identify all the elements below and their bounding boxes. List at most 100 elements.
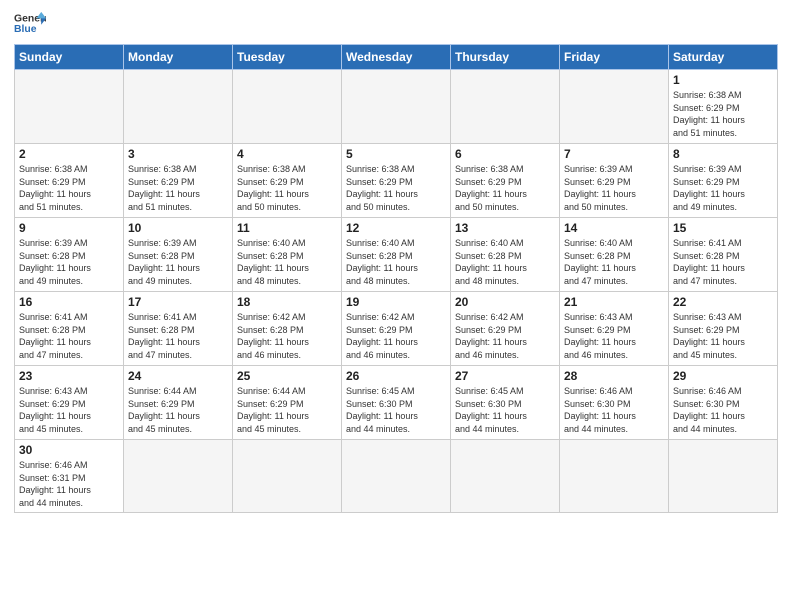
calendar-cell: 19Sunrise: 6:42 AM Sunset: 6:29 PM Dayli…	[342, 292, 451, 366]
calendar-cell: 6 Sunrise: 6:38 AM Sunset: 6:29 PM Daylig…	[451, 144, 560, 218]
day-number: 12	[346, 221, 446, 235]
calendar-week-row: 16 Sunrise: 6:41 AM Sunset: 6:28 PM Dayli…	[15, 292, 778, 366]
day-info: Sunrise: 6:46 AM Sunset: 6:30 PM Dayligh…	[564, 385, 664, 435]
day-info: Sunrise: 6:39 AM Sunset: 6:28 PM Dayligh…	[128, 237, 228, 287]
calendar-cell: 14 Sunrise: 6:40 AM Sunset: 6:28 PM Dayli…	[560, 218, 669, 292]
day-info: Sunrise: 6:46 AM Sunset: 6:31 PM Dayligh…	[19, 459, 119, 509]
calendar-cell: 13Sunrise: 6:40 AM Sunset: 6:28 PM Dayli…	[451, 218, 560, 292]
calendar-cell	[669, 440, 778, 513]
calendar-header-thursday: Thursday	[451, 45, 560, 70]
calendar-cell	[451, 70, 560, 144]
calendar-cell: 21 Sunrise: 6:43 AM Sunset: 6:29 PM Dayli…	[560, 292, 669, 366]
calendar-cell: 15 Sunrise: 6:41 AM Sunset: 6:28 PM Dayli…	[669, 218, 778, 292]
calendar-cell: 29 Sunrise: 6:46 AM Sunset: 6:30 PM Dayli…	[669, 366, 778, 440]
day-number: 27	[455, 369, 555, 383]
calendar-cell: 23 Sunrise: 6:43 AM Sunset: 6:29 PM Dayli…	[15, 366, 124, 440]
day-info: Sunrise: 6:44 AM Sunset: 6:29 PM Dayligh…	[237, 385, 337, 435]
logo: General Blue	[14, 10, 46, 38]
day-number: 20	[455, 295, 555, 309]
day-number: 9	[19, 221, 119, 235]
day-number: 11	[237, 221, 337, 235]
day-number: 30	[19, 443, 119, 457]
calendar-cell: 12 Sunrise: 6:40 AM Sunset: 6:28 PM Dayli…	[342, 218, 451, 292]
calendar-week-row: 2 Sunrise: 6:38 AM Sunset: 6:29 PM Daylig…	[15, 144, 778, 218]
svg-text:Blue: Blue	[14, 24, 37, 35]
day-info: Sunrise: 6:44 AM Sunset: 6:29 PM Dayligh…	[128, 385, 228, 435]
calendar-cell: 2 Sunrise: 6:38 AM Sunset: 6:29 PM Daylig…	[15, 144, 124, 218]
calendar-cell	[233, 70, 342, 144]
day-info: Sunrise: 6:45 AM Sunset: 6:30 PM Dayligh…	[455, 385, 555, 435]
calendar-cell: 24 Sunrise: 6:44 AM Sunset: 6:29 PM Dayli…	[124, 366, 233, 440]
day-number: 2	[19, 147, 119, 161]
day-info: Sunrise: 6:38 AM Sunset: 6:29 PM Dayligh…	[346, 163, 446, 213]
calendar-header-wednesday: Wednesday	[342, 45, 451, 70]
day-info: Sunrise: 6:38 AM Sunset: 6:29 PM Dayligh…	[673, 89, 773, 139]
day-number: 16	[19, 295, 119, 309]
day-number: 19	[346, 295, 446, 309]
calendar-cell: 27 Sunrise: 6:45 AM Sunset: 6:30 PM Dayli…	[451, 366, 560, 440]
day-number: 29	[673, 369, 773, 383]
calendar-cell: 28 Sunrise: 6:46 AM Sunset: 6:30 PM Dayli…	[560, 366, 669, 440]
calendar-cell	[560, 70, 669, 144]
day-info: Sunrise: 6:39 AM Sunset: 6:29 PM Dayligh…	[673, 163, 773, 213]
calendar-cell: 4 Sunrise: 6:38 AM Sunset: 6:29 PM Daylig…	[233, 144, 342, 218]
day-info: Sunrise: 6:42 AM Sunset: 6:28 PM Dayligh…	[237, 311, 337, 361]
day-info: Sunrise: 6:39 AM Sunset: 6:28 PM Dayligh…	[19, 237, 119, 287]
day-number: 6	[455, 147, 555, 161]
day-number: 24	[128, 369, 228, 383]
day-info: Sunrise: 6:38 AM Sunset: 6:29 PM Dayligh…	[237, 163, 337, 213]
calendar-week-row: 30 Sunrise: 6:46 AM Sunset: 6:31 PM Dayli…	[15, 440, 778, 513]
day-info: Sunrise: 6:41 AM Sunset: 6:28 PM Dayligh…	[128, 311, 228, 361]
calendar-week-row: 9 Sunrise: 6:39 AM Sunset: 6:28 PM Daylig…	[15, 218, 778, 292]
day-number: 26	[346, 369, 446, 383]
day-number: 3	[128, 147, 228, 161]
day-number: 1	[673, 73, 773, 87]
calendar-week-row: 23 Sunrise: 6:43 AM Sunset: 6:29 PM Dayli…	[15, 366, 778, 440]
calendar-cell: 25 Sunrise: 6:44 AM Sunset: 6:29 PM Dayli…	[233, 366, 342, 440]
calendar-cell: 8Sunrise: 6:39 AM Sunset: 6:29 PM Daylig…	[669, 144, 778, 218]
calendar: SundayMondayTuesdayWednesdayThursdayFrid…	[14, 44, 778, 513]
day-info: Sunrise: 6:45 AM Sunset: 6:30 PM Dayligh…	[346, 385, 446, 435]
day-number: 22	[673, 295, 773, 309]
day-info: Sunrise: 6:43 AM Sunset: 6:29 PM Dayligh…	[564, 311, 664, 361]
day-info: Sunrise: 6:46 AM Sunset: 6:30 PM Dayligh…	[673, 385, 773, 435]
logo-icon: General Blue	[14, 10, 46, 38]
calendar-cell	[451, 440, 560, 513]
day-number: 18	[237, 295, 337, 309]
day-number: 4	[237, 147, 337, 161]
calendar-cell: 22 Sunrise: 6:43 AM Sunset: 6:29 PM Dayli…	[669, 292, 778, 366]
calendar-header-monday: Monday	[124, 45, 233, 70]
day-number: 23	[19, 369, 119, 383]
day-info: Sunrise: 6:41 AM Sunset: 6:28 PM Dayligh…	[673, 237, 773, 287]
day-number: 21	[564, 295, 664, 309]
calendar-cell: 30 Sunrise: 6:46 AM Sunset: 6:31 PM Dayli…	[15, 440, 124, 513]
day-info: Sunrise: 6:38 AM Sunset: 6:29 PM Dayligh…	[455, 163, 555, 213]
calendar-cell: 11Sunrise: 6:40 AM Sunset: 6:28 PM Dayli…	[233, 218, 342, 292]
day-number: 25	[237, 369, 337, 383]
day-number: 14	[564, 221, 664, 235]
calendar-cell: 3Sunrise: 6:38 AM Sunset: 6:29 PM Daylig…	[124, 144, 233, 218]
day-info: Sunrise: 6:43 AM Sunset: 6:29 PM Dayligh…	[19, 385, 119, 435]
calendar-header-tuesday: Tuesday	[233, 45, 342, 70]
calendar-cell: 17Sunrise: 6:41 AM Sunset: 6:28 PM Dayli…	[124, 292, 233, 366]
calendar-cell: 5 Sunrise: 6:38 AM Sunset: 6:29 PM Daylig…	[342, 144, 451, 218]
calendar-cell: 9 Sunrise: 6:39 AM Sunset: 6:28 PM Daylig…	[15, 218, 124, 292]
day-info: Sunrise: 6:43 AM Sunset: 6:29 PM Dayligh…	[673, 311, 773, 361]
day-number: 15	[673, 221, 773, 235]
day-info: Sunrise: 6:40 AM Sunset: 6:28 PM Dayligh…	[564, 237, 664, 287]
day-info: Sunrise: 6:40 AM Sunset: 6:28 PM Dayligh…	[346, 237, 446, 287]
day-number: 28	[564, 369, 664, 383]
calendar-cell: 7Sunrise: 6:39 AM Sunset: 6:29 PM Daylig…	[560, 144, 669, 218]
calendar-header-row: SundayMondayTuesdayWednesdayThursdayFrid…	[15, 45, 778, 70]
day-info: Sunrise: 6:38 AM Sunset: 6:29 PM Dayligh…	[19, 163, 119, 213]
header: General Blue	[14, 10, 778, 38]
calendar-cell: 10Sunrise: 6:39 AM Sunset: 6:28 PM Dayli…	[124, 218, 233, 292]
day-number: 13	[455, 221, 555, 235]
calendar-cell	[124, 440, 233, 513]
calendar-header-sunday: Sunday	[15, 45, 124, 70]
day-number: 5	[346, 147, 446, 161]
calendar-cell: 20Sunrise: 6:42 AM Sunset: 6:29 PM Dayli…	[451, 292, 560, 366]
calendar-cell	[342, 440, 451, 513]
calendar-cell	[15, 70, 124, 144]
calendar-cell: 26 Sunrise: 6:45 AM Sunset: 6:30 PM Dayli…	[342, 366, 451, 440]
